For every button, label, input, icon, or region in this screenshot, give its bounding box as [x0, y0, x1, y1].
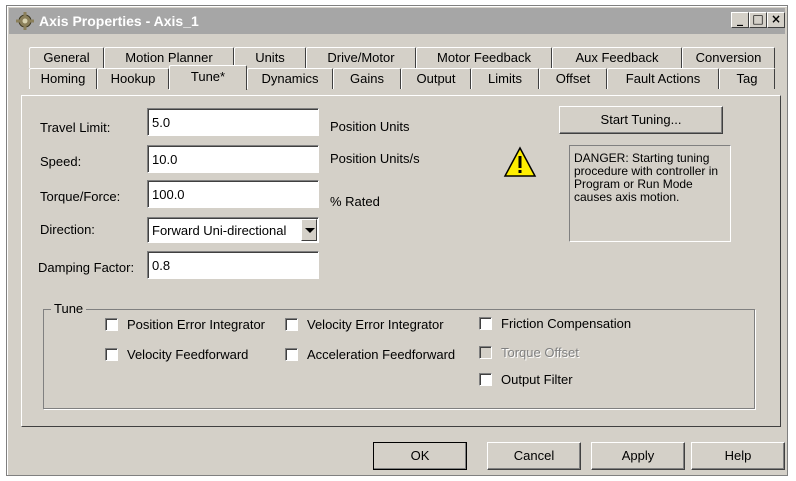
velocity-feedforward-checkbox[interactable]	[105, 348, 118, 361]
speed-input[interactable]: 10.0	[147, 145, 319, 173]
torque-force-input[interactable]: 100.0	[147, 180, 319, 208]
velocity-error-integrator-checkbox[interactable]	[285, 318, 298, 331]
acceleration-feedforward-checkbox[interactable]	[285, 348, 298, 361]
output-filter-label[interactable]: Output Filter	[501, 372, 573, 387]
damping-factor-label: Damping Factor:	[38, 260, 135, 275]
axis-properties-window: Axis Properties - Axis_1 _ □ × General M…	[6, 5, 788, 476]
output-filter-checkbox[interactable]	[479, 373, 492, 386]
ok-button[interactable]: OK	[373, 442, 467, 470]
torque-force-unit: % Rated	[330, 194, 380, 209]
tune-group-title: Tune	[51, 301, 87, 316]
apply-button[interactable]: Apply	[591, 442, 685, 470]
position-error-integrator-label[interactable]: Position Error Integrator	[127, 317, 265, 332]
acceleration-feedforward-label[interactable]: Acceleration Feedforward	[307, 347, 455, 362]
direction-select-value: Forward Uni-directional	[152, 223, 287, 238]
speed-unit: Position Units/s	[330, 151, 420, 166]
friction-compensation-checkbox[interactable]	[479, 317, 492, 330]
torque-offset-checkbox	[479, 346, 492, 359]
position-error-integrator-checkbox[interactable]	[105, 318, 118, 331]
damping-factor-input[interactable]: 0.8	[147, 251, 319, 279]
travel-limit-input[interactable]: 5.0	[147, 108, 319, 136]
torque-force-label: Torque/Force:	[40, 189, 121, 204]
torque-offset-label: Torque Offset	[501, 345, 579, 360]
travel-limit-unit: Position Units	[330, 119, 410, 134]
velocity-error-integrator-label[interactable]: Velocity Error Integrator	[307, 317, 444, 332]
friction-compensation-label[interactable]: Friction Compensation	[501, 316, 631, 331]
velocity-feedforward-label[interactable]: Velocity Feedforward	[127, 347, 248, 362]
chevron-down-icon[interactable]	[301, 219, 317, 241]
warning-icon	[503, 146, 537, 177]
danger-message: DANGER: Starting tuning procedure with c…	[569, 145, 731, 242]
cancel-button[interactable]: Cancel	[487, 442, 581, 470]
speed-label: Speed:	[40, 154, 82, 169]
direction-label: Direction:	[40, 222, 95, 237]
travel-limit-label: Travel Limit:	[40, 120, 111, 135]
start-tuning-button[interactable]: Start Tuning...	[559, 106, 723, 134]
help-button[interactable]: Help	[691, 442, 785, 470]
direction-select[interactable]: Forward Uni-directional	[147, 217, 319, 243]
